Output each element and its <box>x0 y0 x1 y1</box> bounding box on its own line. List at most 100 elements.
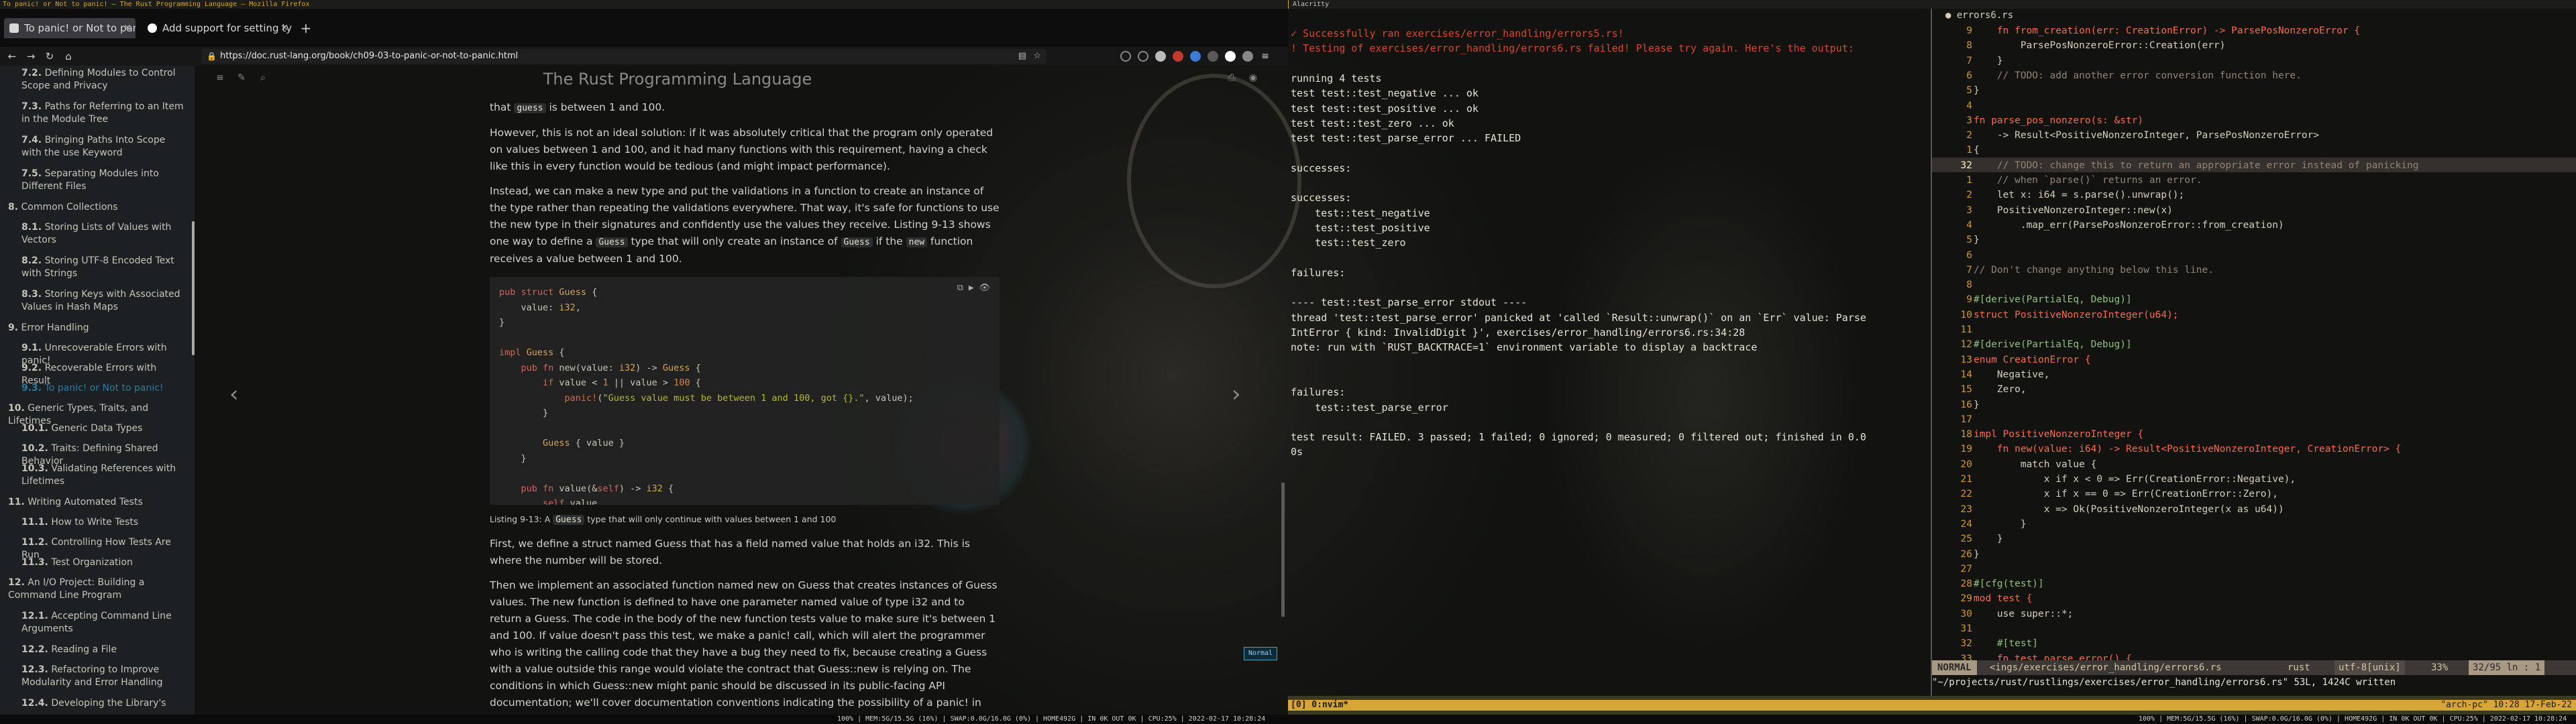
sidebar-item[interactable]: 8.1. Storing Lists of Values with Vector… <box>0 221 188 247</box>
sidebar-item[interactable]: 11.3. Test Organization <box>0 556 188 569</box>
shield-icon[interactable] <box>1138 51 1148 62</box>
theme-brush-icon[interactable]: ✎ <box>236 72 247 83</box>
code-line: #[test] <box>1974 638 2039 650</box>
pocket-icon[interactable] <box>1120 51 1131 62</box>
home-icon[interactable]: ⌂ <box>60 48 76 64</box>
extension-grey-icon[interactable] <box>1208 51 1218 62</box>
line-number: 14 <box>1960 369 1972 380</box>
bookmark-star-icon[interactable]: ☆ <box>1033 49 1041 64</box>
sidebar-item-label: To panic! or Not to panic! <box>44 383 164 394</box>
page-scrollbar[interactable] <box>1281 483 1285 617</box>
terminal-line: test test::test_zero ... ok <box>1291 117 1454 129</box>
terminal-pane[interactable]: ✓ Successfully ran exercises/error_handl… <box>1288 9 1932 696</box>
status-filetype: rust <box>2288 662 2310 673</box>
url-bar[interactable]: 🔒 https://doc.rust-lang.org/book/ch09-03… <box>201 49 1046 64</box>
close-icon[interactable]: ✕ <box>123 18 131 38</box>
sidebar-item-label: Error Handling <box>21 322 89 333</box>
editor-tab[interactable]: ● errors6.rs <box>1945 10 2013 21</box>
code-line: let x: i64 = s.parse().unwrap(); <box>1974 190 2185 201</box>
code-line: .map_err(ParsePosNonzeroError::from_crea… <box>1974 219 2284 231</box>
line-number: 8 <box>1966 40 1972 52</box>
new-tab-icon[interactable]: + <box>297 18 315 38</box>
terminal-line: test::test_positive <box>1291 221 1430 234</box>
github-icon[interactable]: ◉ <box>1248 72 1258 83</box>
sidebar-item[interactable]: 8.3. Storing Keys with Associated Values… <box>0 288 188 314</box>
terminal-line: test test::test_positive ... ok <box>1291 102 1479 115</box>
line-number: 1 <box>1966 145 1972 156</box>
ublock-icon[interactable] <box>1173 51 1183 62</box>
sidebar-item[interactable]: 10.1. Generic Data Types <box>0 422 188 435</box>
sidebar-item-number: 12. <box>8 577 25 588</box>
back-icon[interactable]: ← <box>4 48 20 64</box>
sidebar-item[interactable]: 7.2. Defining Modules to Control Scope a… <box>0 67 188 93</box>
sidebar-item[interactable]: 12.1. Accepting Command Line Arguments <box>0 610 188 636</box>
line-number: 18 <box>1960 429 1972 440</box>
book-title: The Rust Programming Language <box>543 70 812 88</box>
extension-icon[interactable] <box>1155 51 1166 62</box>
sidebar-item[interactable]: 9. Error Handling <box>0 322 188 335</box>
search-icon[interactable]: ⌕ <box>258 72 268 83</box>
vim-statusline: NORMAL <ings/exercises/error_handling/er… <box>1932 660 2576 675</box>
terminal-line: thread 'test::test_parse_error' panicked… <box>1291 311 1866 324</box>
nvim-editor[interactable]: ● errors6.rs 9 8 7 6 5 4 3 2 1 32 1 2 3 4 5 6 7 8 9 10 11 12 1… <box>1932 9 2576 696</box>
line-number: 19 <box>1960 444 1972 455</box>
line-number: 28 <box>1960 579 1972 590</box>
code-line: // TODO: change this to return an approp… <box>1974 160 2419 171</box>
close-icon[interactable]: ✕ <box>280 18 288 38</box>
sidebar-item[interactable]: 10.3. Validating References with Lifetim… <box>0 463 188 488</box>
code-line: #[cfg(test)] <box>1974 579 2044 590</box>
print-icon[interactable]: ⎙ <box>1226 72 1237 83</box>
sidebar-item[interactable]: 7.5. Separating Modules into Different F… <box>0 168 188 193</box>
sidebar-item-label: Storing Lists of Values with Vectors <box>21 222 172 245</box>
account-icon[interactable] <box>1242 51 1253 62</box>
terminal-line: ✓ Successfully ran exercises/error_handl… <box>1291 27 1624 40</box>
sidebar-item[interactable]: 12.3. Refactoring to Improve Modularity … <box>0 664 188 689</box>
extension-blue-icon[interactable] <box>1190 51 1201 62</box>
sidebar-item-label: Generic Data Types <box>51 423 143 434</box>
sidebar-item[interactable]: 7.4. Bringing Paths Into Scope with the … <box>0 134 188 160</box>
sidebar-item-number: 7.4. <box>21 135 42 145</box>
terminal-line: note: run with `RUST_BACKTRACE=1` enviro… <box>1291 341 1758 354</box>
paragraph: However, this is not an ideal solution: … <box>490 127 994 172</box>
system-stats-left: 100% | MEM:5G/15.5G (16%) | SWAP:0.0G/16… <box>837 715 1266 723</box>
sidebar-item[interactable]: 8.2. Storing UTF-8 Encoded Text with Str… <box>0 255 188 280</box>
menu-icon[interactable]: ≡ <box>1260 51 1271 62</box>
sidebar-item-number: 12.2. <box>21 644 48 655</box>
terminal-line: failures: <box>1291 386 1346 399</box>
sidebar-item[interactable]: 12. An I/O Project: Building a Command L… <box>0 577 188 602</box>
tab-github[interactable]: Add support for setting ty ✕ <box>142 18 292 38</box>
forward-icon[interactable]: → <box>23 48 39 64</box>
code-line: x => Ok(PositiveNonzeroInteger(x as u64)… <box>1974 503 2284 515</box>
code-buttons[interactable]: ⧉ ▶ 👁 <box>957 281 990 296</box>
sidebar-item[interactable]: 9.3. To panic! or Not to panic! <box>0 382 188 395</box>
tab-panic[interactable]: To panic! or Not to panic! ✕ <box>4 18 136 38</box>
sidebar-item[interactable]: 12.2. Reading a File <box>0 644 188 656</box>
code-line: fn from_creation(err: CreationError) -> … <box>1974 25 2361 36</box>
extension-white-icon[interactable] <box>1225 51 1236 62</box>
sidebar-item-label: Bringing Paths Into Scope with the use K… <box>21 135 166 158</box>
code-line: ParsePosNonzeroError::Creation(err) <box>1974 40 2226 52</box>
line-number: 9 <box>1966 25 1972 36</box>
sidebar-item[interactable]: 8. Common Collections <box>0 201 188 214</box>
next-chapter-icon[interactable]: › <box>1232 381 1241 408</box>
book-page: ≡ ✎ ⌕ The Rust Programming Language ⎙ ◉ … <box>195 66 1288 724</box>
sidebar-item[interactable]: 7.3. Paths for Referring to an Item in t… <box>0 101 188 126</box>
line-number: 8 <box>1966 280 1972 291</box>
sidebar-item-number: 10. <box>8 403 25 414</box>
tmux-window-list[interactable]: [0] 0:nvim* <box>1291 700 1348 710</box>
reader-view-icon[interactable]: ▤ <box>1018 49 1026 64</box>
reload-icon[interactable]: ↻ <box>42 48 58 64</box>
sidebar-item-number: 12.1. <box>21 611 48 621</box>
sidebar-item-number: 11.1. <box>21 517 48 528</box>
sidebar-toggle-icon[interactable]: ≡ <box>215 72 225 83</box>
sidebar-item-number: 12.4. <box>21 698 48 709</box>
sidebar-item[interactable]: 12.4. Developing the Library's <box>0 697 188 710</box>
line-number: 4 <box>1966 100 1972 111</box>
sidebar-item[interactable]: 11. Writing Automated Tests <box>0 496 188 509</box>
line-number: 22 <box>1960 489 1972 500</box>
code-line: x if x < 0 => Err(CreationError::Negativ… <box>1974 474 2296 485</box>
rust-favicon-icon <box>9 23 19 33</box>
terminal-line: failures: <box>1291 266 1346 279</box>
previous-chapter-icon[interactable]: ‹ <box>229 381 239 408</box>
sidebar-item[interactable]: 11.1. How to Write Tests <box>0 516 188 529</box>
